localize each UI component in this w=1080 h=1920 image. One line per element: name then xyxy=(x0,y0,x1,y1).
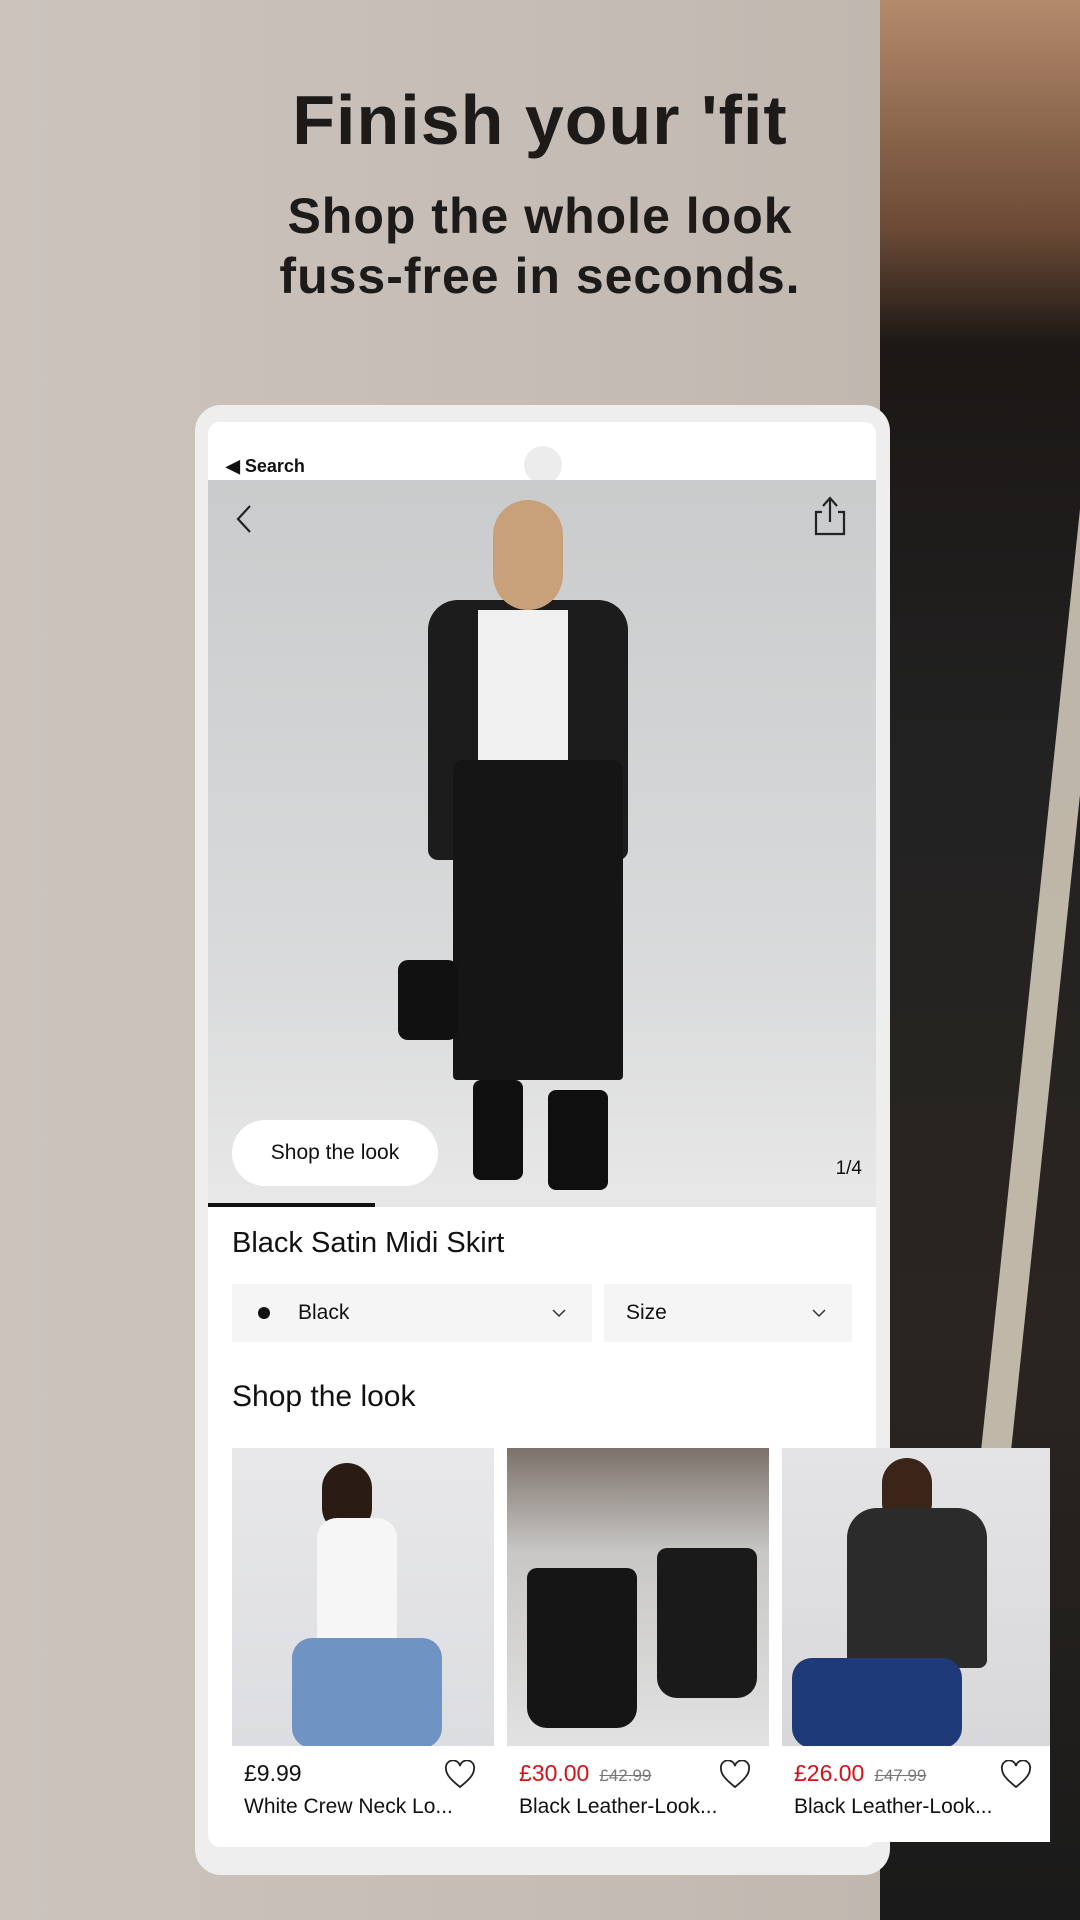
image-counter: 1/4 xyxy=(835,1158,862,1179)
variant-selectors: Black Size xyxy=(208,1260,876,1342)
product-image-white-top xyxy=(232,1448,494,1746)
product-was-price: £42.99 xyxy=(599,1766,652,1785)
product-card[interactable]: £30.00 £42.99 Black Leather-Look... xyxy=(507,1448,769,1842)
product-name[interactable]: White Crew Neck Lo... xyxy=(244,1795,482,1819)
heart-icon[interactable] xyxy=(1000,1760,1032,1790)
size-select[interactable]: Size xyxy=(604,1284,852,1342)
product-card-info: £30.00 £42.99 Black Leather-Look... xyxy=(507,1746,769,1842)
product-name[interactable]: Black Leather-Look... xyxy=(519,1795,757,1819)
shop-the-look-carousel[interactable]: £9.99 White Crew Neck Lo... £30.00 £42.99… xyxy=(232,1448,1050,1842)
product-image-gallery[interactable]: Shop the look 1/4 xyxy=(208,480,876,1207)
gallery-progress-fill xyxy=(208,1203,375,1207)
shop-the-look-heading: Shop the look xyxy=(232,1380,416,1413)
shop-the-look-button[interactable]: Shop the look xyxy=(232,1120,438,1186)
product-card-info: £9.99 White Crew Neck Lo... xyxy=(232,1746,494,1842)
product-image-boots xyxy=(507,1448,769,1746)
product-card[interactable]: £26.00 £47.99 Black Leather-Look... xyxy=(782,1448,1050,1842)
promo-subtitle-line1: Shop the whole look xyxy=(287,188,793,244)
chevron-down-icon xyxy=(812,1309,826,1318)
front-camera xyxy=(524,446,562,484)
product-card-info: £26.00 £47.99 Black Leather-Look... xyxy=(782,1746,1050,1842)
share-icon[interactable] xyxy=(810,494,850,538)
promo-subtitle-line2: fuss-free in seconds. xyxy=(279,248,801,304)
product-sale-price: £26.00 xyxy=(794,1760,865,1786)
product-name[interactable]: Black Leather-Look... xyxy=(794,1795,1038,1819)
product-price: £9.99 xyxy=(244,1760,302,1786)
product-sale-price: £30.00 xyxy=(519,1760,590,1786)
color-swatch xyxy=(258,1307,270,1319)
product-image-leather-jacket xyxy=(782,1448,1050,1746)
product-model-image xyxy=(398,500,658,1190)
product-card[interactable]: £9.99 White Crew Neck Lo... xyxy=(232,1448,494,1842)
back-to-search-link[interactable]: ◀ Search xyxy=(226,456,305,477)
chevron-down-icon xyxy=(552,1309,566,1318)
promo-headline: Finish your 'fit Shop the whole look fus… xyxy=(0,80,1080,306)
chevron-left-icon[interactable] xyxy=(230,502,260,536)
gallery-progress xyxy=(208,1203,876,1207)
color-select[interactable]: Black xyxy=(232,1284,592,1342)
product-title: Black Satin Midi Skirt xyxy=(232,1227,505,1259)
heart-icon[interactable] xyxy=(719,1760,751,1790)
status-bar: ◀ Search xyxy=(208,422,876,484)
promo-title: Finish your 'fit xyxy=(292,81,788,159)
color-select-value: Black xyxy=(298,1301,350,1324)
product-was-price: £47.99 xyxy=(874,1766,927,1785)
promo-subtitle: Shop the whole look fuss-free in seconds… xyxy=(0,186,1080,306)
size-select-placeholder: Size xyxy=(626,1301,667,1324)
heart-icon[interactable] xyxy=(444,1760,476,1790)
